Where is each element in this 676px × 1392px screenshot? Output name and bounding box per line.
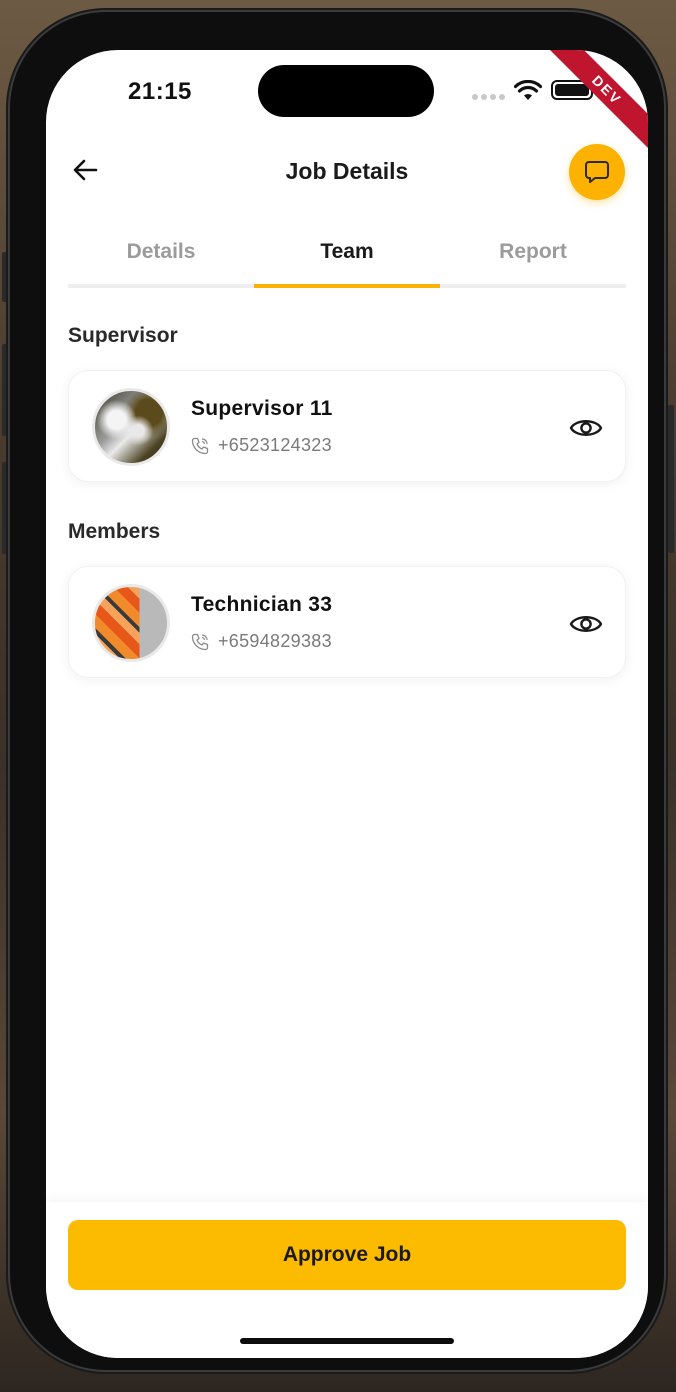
view-eye-icon[interactable] — [569, 607, 603, 641]
supervisor-section-title: Supervisor — [68, 324, 178, 347]
approve-job-button[interactable]: Approve Job — [68, 1220, 626, 1290]
supervisor-card[interactable]: Supervisor 11 +6523124323 — [68, 370, 626, 482]
status-time: 21:15 — [128, 78, 192, 105]
chat-button[interactable] — [569, 144, 625, 200]
wifi-icon — [514, 80, 542, 100]
dynamic-island — [258, 65, 434, 117]
phone-row: +6523124323 — [191, 435, 332, 456]
home-indicator[interactable] — [240, 1338, 454, 1344]
phone-number: +6594829383 — [218, 631, 332, 651]
phone-icon — [191, 633, 209, 650]
cellular-signal-icon — [472, 94, 505, 100]
page-title: Job Details — [285, 158, 409, 184]
phone-side-button — [2, 344, 8, 436]
phone-frame: 21:15 DEV Job Details Details Team Repor… — [10, 12, 664, 1370]
tab-bar: Details Team Report — [68, 222, 626, 288]
view-eye-icon[interactable] — [569, 411, 603, 445]
member-name: Technician 33 — [191, 593, 333, 616]
app-bar: Job Details — [46, 142, 648, 202]
app-screen: 21:15 DEV Job Details Details Team Repor… — [46, 50, 648, 1358]
phone-side-button — [668, 405, 674, 553]
phone-side-button — [2, 462, 8, 554]
status-bar: 21:15 DEV — [46, 50, 648, 152]
avatar — [92, 584, 170, 662]
tab-team[interactable]: Team — [254, 222, 440, 288]
member-card[interactable]: Technician 33 +6594829383 — [68, 566, 626, 678]
dev-ribbon: DEV — [545, 50, 648, 152]
tab-report[interactable]: Report — [440, 222, 626, 284]
phone-icon — [191, 437, 209, 454]
tab-details[interactable]: Details — [68, 222, 254, 284]
phone-row: +6594829383 — [191, 631, 332, 652]
chat-bubble-icon — [585, 161, 609, 183]
phone-number: +6523124323 — [218, 435, 332, 455]
bottom-action-panel: Approve Job — [46, 1202, 648, 1358]
member-name: Supervisor 11 — [191, 397, 333, 420]
phone-side-button — [2, 252, 8, 302]
members-section-title: Members — [68, 520, 161, 543]
avatar — [92, 388, 170, 466]
